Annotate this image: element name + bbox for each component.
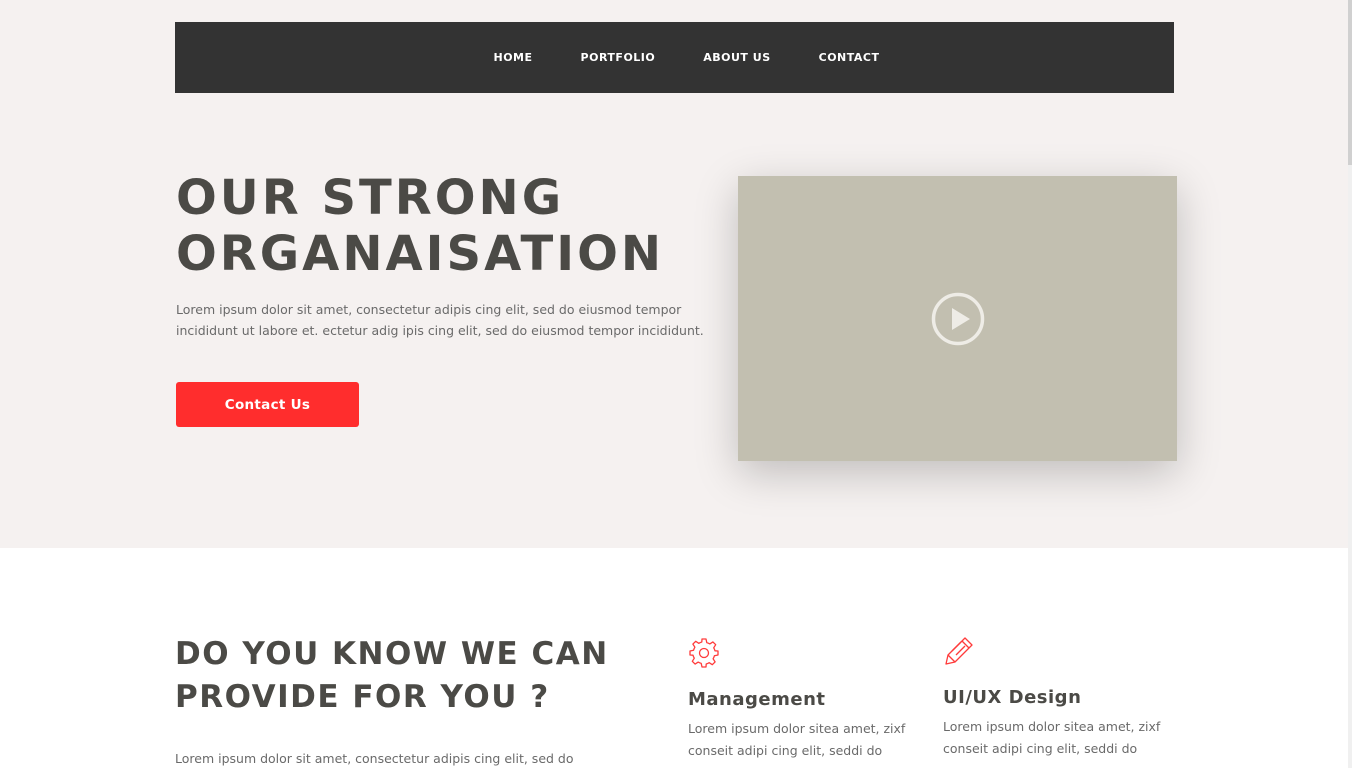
hero-description-line1: Lorem ipsum dolor sit amet, consectetur … (176, 302, 682, 317)
hero-title-line2: ORGANAISATION (176, 226, 665, 282)
hero-title-line1: OUR STRONG (176, 170, 565, 226)
service-description: Lorem ipsum dolor sitea amet, zixf conse… (688, 718, 908, 762)
gear-icon (689, 638, 719, 668)
top-navbar: HOME PORTFOLIO ABOUT US CONTACT (175, 22, 1174, 93)
service-description-line1: Lorem ipsum dolor sitea amet, zixf (943, 719, 1161, 734)
video-player[interactable] (738, 176, 1177, 461)
scrollbar-thumb[interactable] (1348, 0, 1352, 165)
service-title: UI/UX Design (943, 687, 1082, 708)
play-circle-icon[interactable] (930, 291, 986, 347)
nav-item-home[interactable]: HOME (470, 51, 557, 64)
service-card-management: Management Lorem ipsum dolor sitea amet,… (688, 637, 908, 762)
nav-item-contact[interactable]: CONTACT (795, 51, 904, 64)
service-description-line1: Lorem ipsum dolor sitea amet, zixf (688, 721, 906, 736)
service-description: Lorem ipsum dolor sitea amet, zixf conse… (943, 716, 1163, 760)
service-title: Management (688, 689, 826, 710)
nav-item-about-us[interactable]: ABOUT US (679, 51, 794, 64)
nav-item-portfolio[interactable]: PORTFOLIO (557, 51, 680, 64)
pencil-icon (945, 637, 973, 665)
services-title-line2: PROVIDE FOR YOU ? (175, 679, 550, 715)
services-description: Lorem ipsum dolor sit amet, consectetur … (175, 751, 574, 766)
hero-description: Lorem ipsum dolor sit amet, consectetur … (176, 299, 704, 341)
service-description-line2: conseit adipi cing elit, seddi do (943, 741, 1138, 756)
nav-menu: HOME PORTFOLIO ABOUT US CONTACT (470, 51, 904, 64)
hero-section: HOME PORTFOLIO ABOUT US CONTACT OUR STRO… (0, 0, 1352, 548)
services-title: DO YOU KNOW WE CAN PROVIDE FOR YOU ? (175, 633, 635, 719)
services-title-line1: DO YOU KNOW WE CAN (175, 636, 609, 672)
hero-description-line2: incididunt ut labore et. ectetur adig ip… (176, 323, 704, 338)
service-card-uiux-design: UI/UX Design Lorem ipsum dolor sitea ame… (943, 635, 1163, 760)
service-description-line2: conseit adipi cing elit, seddi do (688, 743, 883, 758)
contact-us-button[interactable]: Contact Us (176, 382, 359, 427)
hero-title: OUR STRONG ORGANAISATION (176, 170, 696, 282)
